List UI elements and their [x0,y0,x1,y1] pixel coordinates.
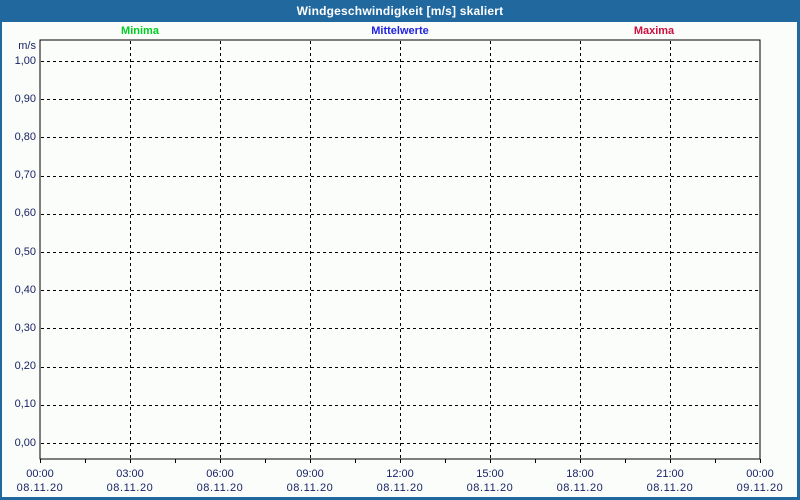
y-axis-tick-label: 0,70 [0,169,36,182]
x-tick-date: 08.11.20 [467,481,514,495]
x-axis-tick-label: 12:0008.11.20 [377,467,424,495]
plot-area [0,0,800,500]
x-tick-date: 08.11.20 [17,481,64,495]
x-tick-date: 08.11.20 [377,481,424,495]
x-axis-tick-label: 00:0009.11.20 [737,467,784,495]
y-axis-unit-label: m/s [0,40,36,53]
x-tick-date: 08.11.20 [107,481,154,495]
x-tick-time: 09:00 [287,467,334,481]
x-axis-tick-label: 15:0008.11.20 [467,467,514,495]
x-tick-date: 08.11.20 [287,481,334,495]
y-axis-tick-label: 0,50 [0,246,36,259]
x-tick-time: 06:00 [197,467,244,481]
legend-item-maxima: Maxima [634,25,674,37]
x-axis-tick-label: 18:0008.11.20 [557,467,604,495]
x-tick-time: 03:00 [107,467,154,481]
y-axis-tick-label: 0,40 [0,284,36,297]
x-tick-date: 08.11.20 [557,481,604,495]
x-axis-tick-label: 09:0008.11.20 [287,467,334,495]
x-axis-tick-label: 06:0008.11.20 [197,467,244,495]
x-axis-tick-label: 00:0008.11.20 [17,467,64,495]
y-axis-tick-label: 0,10 [0,398,36,411]
chart-title-bar: Windgeschwindigkeit [m/s] skaliert [0,0,800,22]
legend-item-mittelwerte: Mittelwerte [371,25,428,37]
y-axis-tick-label: 0,00 [0,437,36,450]
x-axis-tick-label: 21:0008.11.20 [647,467,694,495]
y-axis-tick-label: 0,80 [0,131,36,144]
x-tick-date: 08.11.20 [197,481,244,495]
legend-item-minima: Minima [121,25,159,37]
chart-title: Windgeschwindigkeit [m/s] skaliert [297,4,504,18]
chart-window: Windgeschwindigkeit [m/s] skaliert Minim… [0,0,800,500]
y-axis-tick-label: 0,90 [0,93,36,106]
y-axis-tick-label: 0,60 [0,207,36,220]
x-tick-date: 09.11.20 [737,481,784,495]
x-tick-date: 08.11.20 [647,481,694,495]
x-axis-tick-label: 03:0008.11.20 [107,467,154,495]
y-axis-tick-label: 1,00 [0,55,36,68]
x-tick-time: 00:00 [17,467,64,481]
x-tick-time: 15:00 [467,467,514,481]
x-tick-time: 18:00 [557,467,604,481]
x-tick-time: 21:00 [647,467,694,481]
y-axis-tick-label: 0,20 [0,360,36,373]
y-axis-tick-label: 0,30 [0,322,36,335]
x-tick-time: 12:00 [377,467,424,481]
x-tick-time: 00:00 [737,467,784,481]
